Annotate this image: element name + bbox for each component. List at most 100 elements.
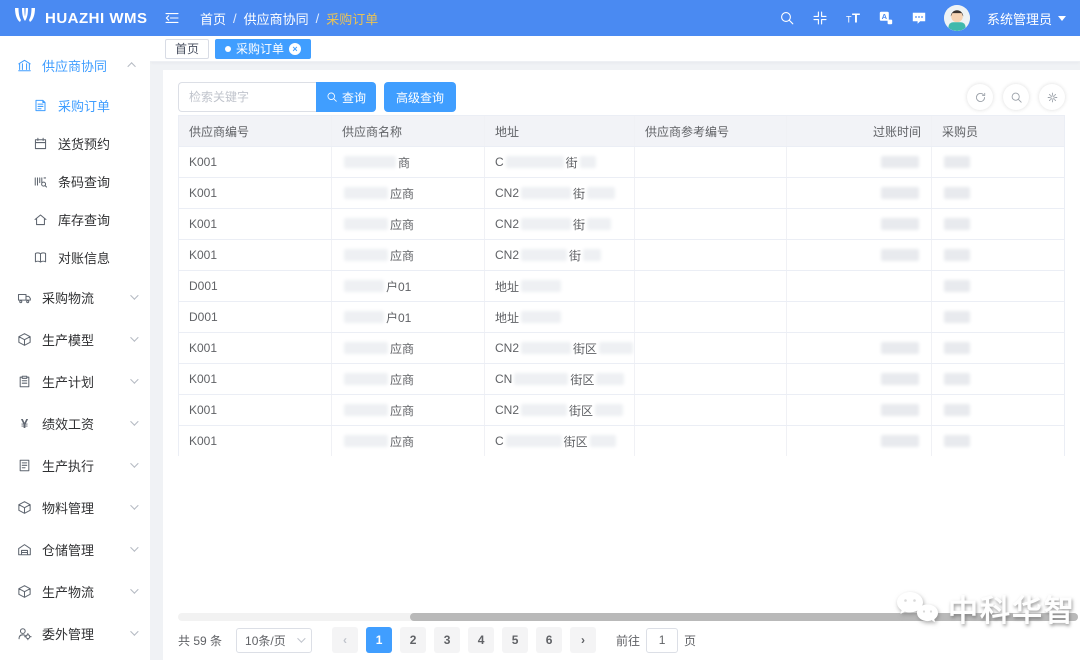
column-header-地址: 地址 — [485, 116, 635, 146]
cell-text-fragment: CN2 — [495, 186, 519, 200]
gear-button[interactable] — [1039, 84, 1065, 110]
sidebar-item-label: 供应商协同 — [42, 56, 107, 75]
supplier-code-cell: K001 — [179, 364, 332, 394]
table-row[interactable]: K001应商CN2街区 — [179, 394, 1064, 425]
refresh-button[interactable] — [967, 84, 993, 110]
sidebar-item-生产模型[interactable]: 生产模型 — [0, 318, 150, 360]
sidebar-subitem-label: 送货预约 — [58, 134, 110, 153]
supplier-ref-cell — [635, 209, 787, 239]
page-button-6[interactable]: 6 — [536, 627, 562, 653]
sidebar-item-生产执行[interactable]: 生产执行 — [0, 444, 150, 486]
breadcrumb-separator: / — [233, 11, 237, 26]
search-input[interactable] — [178, 82, 316, 112]
page-button-3[interactable]: 3 — [434, 627, 460, 653]
buyer-cell — [932, 178, 1066, 208]
cell-text-fragment: CN — [495, 372, 512, 386]
sidebar-subitem-对账信息[interactable]: 对账信息 — [0, 238, 150, 276]
buyer-cell — [932, 209, 1066, 239]
chevron-down-icon — [130, 417, 138, 425]
prev-page-button[interactable]: ‹ — [332, 627, 358, 653]
table-row[interactable]: K001应商CN街区 — [179, 363, 1064, 394]
table-row[interactable]: K001应商CN2街 — [179, 239, 1064, 270]
page-size-select[interactable]: 10条/页 — [236, 628, 312, 653]
chevron-down-icon — [130, 585, 138, 593]
tab-采购订单[interactable]: 采购订单× — [215, 39, 311, 59]
table-row[interactable]: K001应商C街区 — [179, 425, 1064, 456]
compress-icon[interactable] — [812, 10, 828, 26]
gear-icon — [1046, 91, 1059, 104]
table-row[interactable]: K001应商CN2街 — [179, 208, 1064, 239]
sidebar-item-仓储管理[interactable]: 仓储管理 — [0, 528, 150, 570]
buyer-cell — [932, 240, 1066, 270]
page-button-2[interactable]: 2 — [400, 627, 426, 653]
font-size-icon[interactable]: TT — [845, 10, 861, 26]
redacted-blur — [506, 435, 562, 447]
horizontal-scrollbar-thumb[interactable] — [410, 613, 1078, 621]
translate-icon[interactable]: A — [878, 10, 894, 26]
sidebar-subitem-库存查询[interactable]: 库存查询 — [0, 200, 150, 238]
sidebar-item-生产计划[interactable]: 生产计划 — [0, 360, 150, 402]
table-row[interactable]: K001应商CN2街 — [179, 177, 1064, 208]
chevron-down-icon — [130, 459, 138, 467]
table-row[interactable]: K001应商CN2街区 — [179, 332, 1064, 363]
query-button[interactable]: 查询 — [316, 82, 376, 112]
table-row[interactable]: K001商C街 — [179, 146, 1064, 177]
supplier-code-cell: K001 — [179, 333, 332, 363]
breadcrumb-separator: / — [316, 11, 320, 26]
chevron-down-icon — [130, 291, 138, 299]
redacted-blur — [881, 404, 919, 416]
page-button-4[interactable]: 4 — [468, 627, 494, 653]
table-row[interactable]: D001户01地址 — [179, 301, 1064, 332]
order-icon — [33, 98, 48, 113]
address-cell: CN2街 — [485, 178, 635, 208]
next-page-button[interactable]: › — [570, 627, 596, 653]
svg-text:A: A — [882, 12, 888, 21]
sidebar-subitem-送货预约[interactable]: 送货预约 — [0, 124, 150, 162]
breadcrumb-item[interactable]: 首页 — [200, 9, 226, 28]
table-row[interactable]: D001户01地址 — [179, 270, 1064, 301]
breadcrumb: 首页 / 供应商协同 / 采购订单 — [200, 9, 378, 28]
sidebar-item-采购物流[interactable]: 采购物流 — [0, 276, 150, 318]
cell-text-fragment: 街区 — [570, 371, 594, 388]
advanced-query-button[interactable]: 高级查询 — [384, 82, 456, 112]
redacted-blur — [881, 156, 919, 168]
tab-首页[interactable]: 首页 — [165, 39, 209, 59]
sidebar-item-label: 绩效工资 — [42, 414, 94, 433]
buyer-cell — [932, 426, 1066, 456]
breadcrumb-item[interactable]: 供应商协同 — [244, 9, 309, 28]
redacted-blur — [344, 342, 388, 354]
search-icon[interactable] — [779, 10, 795, 26]
sidebar-toggle-icon[interactable] — [164, 10, 180, 26]
page-button-1[interactable]: 1 — [366, 627, 392, 653]
sidebar-subitem-条码查询[interactable]: 条码查询 — [0, 162, 150, 200]
posting-time-cell — [787, 178, 932, 208]
sidebar-item-物料管理[interactable]: 物料管理 — [0, 486, 150, 528]
sidebar-item-生产物流[interactable]: 生产物流 — [0, 570, 150, 612]
page-button-5[interactable]: 5 — [502, 627, 528, 653]
avatar[interactable] — [944, 5, 970, 31]
close-icon[interactable]: × — [289, 43, 301, 55]
supplier-ref-cell — [635, 302, 787, 332]
redacted-blur — [344, 249, 388, 261]
supplier-name-cell: 应商 — [332, 333, 485, 363]
column-header-过账时间: 过账时间 — [787, 116, 932, 146]
redacted-blur — [521, 404, 567, 416]
execdoc-icon — [17, 458, 32, 473]
buyer-cell — [932, 364, 1066, 394]
redacted-blur — [881, 373, 919, 385]
message-icon[interactable] — [911, 10, 927, 26]
sidebar-item-绩效工资[interactable]: ¥绩效工资 — [0, 402, 150, 444]
sidebar-group: 生产计划 — [0, 360, 150, 402]
breadcrumb-item[interactable]: 采购订单 — [326, 9, 378, 28]
buyer-cell — [932, 302, 1066, 332]
column-header-供应商编号: 供应商编号 — [179, 116, 332, 146]
sidebar-item-供应商协同[interactable]: 供应商协同 — [0, 44, 150, 86]
supplier-code-cell: K001 — [179, 178, 332, 208]
sidebar-subitem-采购订单[interactable]: 采购订单 — [0, 86, 150, 124]
goto-page-input[interactable] — [646, 628, 678, 653]
user-menu[interactable]: 系统管理员 — [987, 9, 1066, 28]
sidebar-item-label: 生产模型 — [42, 330, 94, 349]
magnifier-button[interactable] — [1003, 84, 1029, 110]
sidebar-item-委外管理[interactable]: 委外管理 — [0, 612, 150, 654]
redacted-blur — [587, 187, 615, 199]
